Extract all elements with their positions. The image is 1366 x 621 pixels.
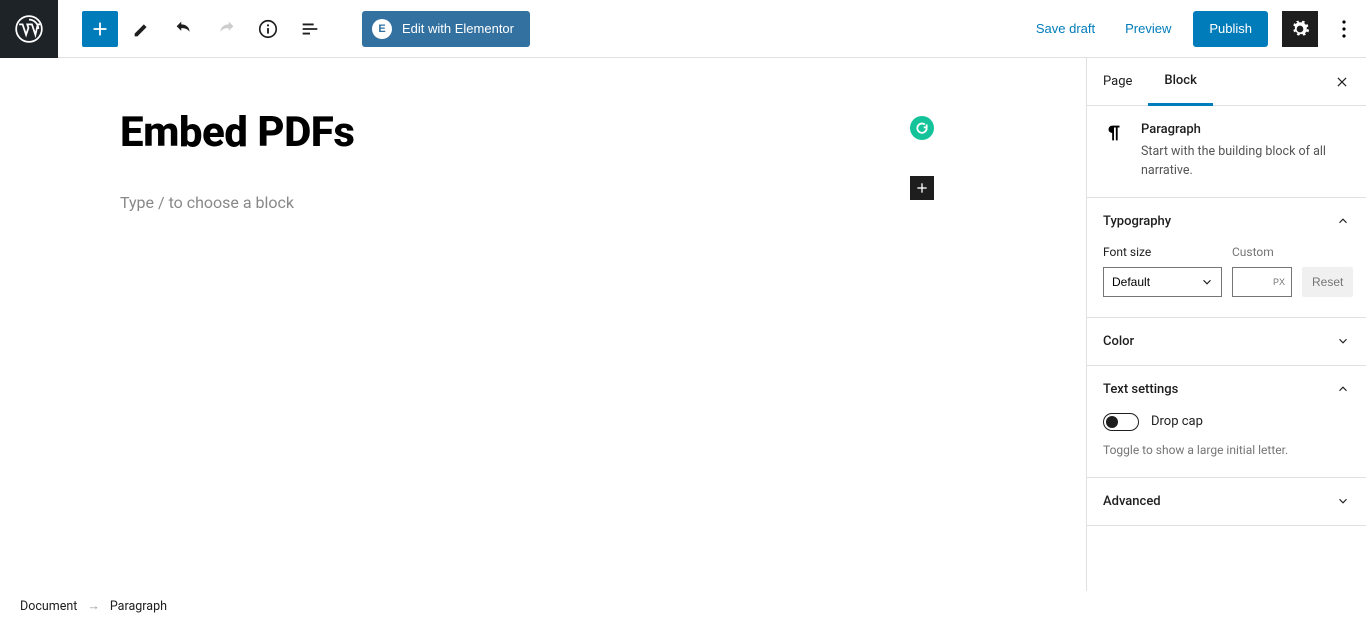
- chevron-down-icon: [1336, 334, 1350, 348]
- chevron-up-icon: [1336, 382, 1350, 396]
- block-name: Paragraph: [1141, 122, 1350, 137]
- undo-icon: [173, 18, 195, 40]
- page-title[interactable]: Embed PDFs: [120, 108, 1026, 157]
- typography-header[interactable]: Typography: [1087, 198, 1366, 245]
- reset-button[interactable]: Reset: [1302, 267, 1353, 297]
- edit-with-elementor-button[interactable]: E Edit with Elementor: [362, 11, 530, 47]
- advanced-panel: Advanced: [1087, 478, 1366, 526]
- redo-icon: [215, 18, 237, 40]
- text-settings-panel: Text settings Drop cap Toggle to show a …: [1087, 366, 1366, 478]
- block-placeholder[interactable]: Type / to choose a block: [120, 193, 1026, 212]
- font-size-select[interactable]: Default: [1103, 267, 1222, 297]
- block-info: Paragraph Start with the building block …: [1087, 106, 1366, 198]
- drop-cap-hint: Toggle to show a large initial letter.: [1103, 443, 1350, 457]
- typography-panel: Typography Font size Default: [1087, 198, 1366, 318]
- tab-block[interactable]: Block: [1148, 59, 1212, 106]
- sidebar-tabs: Page Block: [1087, 58, 1366, 106]
- redo-button[interactable]: [208, 11, 244, 47]
- advanced-header[interactable]: Advanced: [1087, 478, 1366, 525]
- chevron-up-icon: [1336, 214, 1350, 228]
- font-size-label: Font size: [1103, 245, 1222, 259]
- breadcrumb-root[interactable]: Document: [20, 599, 77, 614]
- close-sidebar-button[interactable]: [1318, 75, 1366, 89]
- top-toolbar: E Edit with Elementor Save draft Preview…: [0, 0, 1366, 58]
- block-description: Start with the building block of all nar…: [1141, 143, 1350, 181]
- close-icon: [1335, 75, 1349, 89]
- settings-button[interactable]: [1282, 11, 1318, 47]
- paragraph-icon: [1103, 122, 1127, 181]
- save-draft-button[interactable]: Save draft: [1028, 15, 1103, 42]
- wordpress-logo[interactable]: [0, 0, 58, 58]
- settings-sidebar: Page Block Paragraph Start with the buil…: [1086, 58, 1366, 591]
- text-settings-header[interactable]: Text settings: [1087, 366, 1366, 413]
- tools-button[interactable]: [124, 11, 160, 47]
- elementor-label: Edit with Elementor: [402, 21, 514, 36]
- breadcrumb-current[interactable]: Paragraph: [110, 599, 167, 614]
- undo-button[interactable]: [166, 11, 202, 47]
- color-header[interactable]: Color: [1087, 318, 1366, 365]
- more-options-button[interactable]: [1332, 11, 1356, 47]
- elementor-icon: E: [372, 19, 392, 39]
- grammarly-icon: [915, 121, 929, 135]
- add-block-button[interactable]: [82, 11, 118, 47]
- custom-font-size-input[interactable]: [1232, 267, 1292, 297]
- info-icon: [257, 18, 279, 40]
- plus-icon: [89, 18, 111, 40]
- plus-icon: [914, 180, 930, 196]
- list-icon: [299, 18, 321, 40]
- breadcrumb: Document → Paragraph: [0, 591, 187, 621]
- pencil-icon: [131, 18, 153, 40]
- publish-button[interactable]: Publish: [1193, 11, 1268, 47]
- custom-label: Custom: [1232, 245, 1292, 259]
- tab-page[interactable]: Page: [1087, 58, 1148, 105]
- preview-button[interactable]: Preview: [1117, 15, 1179, 42]
- outline-button[interactable]: [292, 11, 328, 47]
- kebab-icon: [1342, 20, 1346, 38]
- drop-cap-label: Drop cap: [1151, 414, 1203, 429]
- info-button[interactable]: [250, 11, 286, 47]
- editor-canvas[interactable]: Embed PDFs Type / to choose a block: [0, 58, 1086, 591]
- grammarly-badge[interactable]: [910, 116, 934, 140]
- gear-icon: [1290, 19, 1310, 39]
- drop-cap-toggle[interactable]: [1103, 413, 1139, 431]
- color-panel: Color: [1087, 318, 1366, 366]
- breadcrumb-arrow: →: [87, 599, 100, 614]
- inline-add-block-button[interactable]: [910, 176, 934, 200]
- chevron-down-icon: [1336, 494, 1350, 508]
